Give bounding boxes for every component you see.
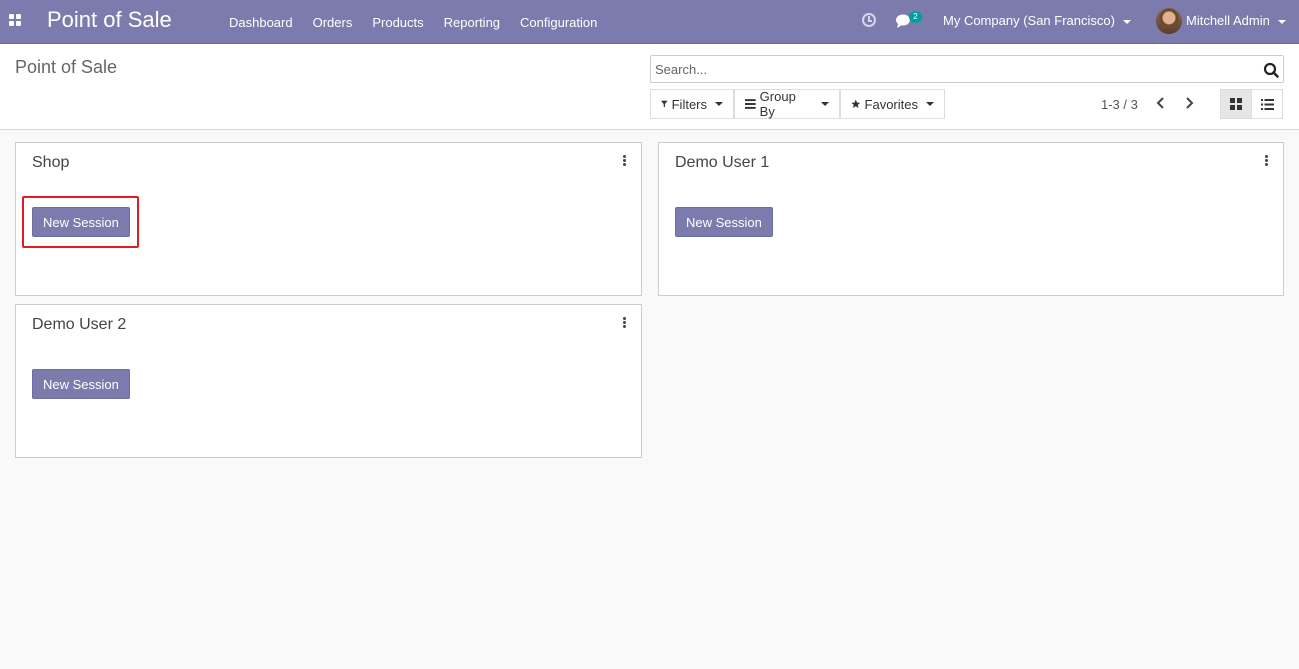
new-session-button[interactable]: New Session [675, 207, 773, 237]
list-view-button[interactable] [1251, 89, 1283, 119]
apps-menu-icon[interactable] [9, 14, 21, 26]
card-dropdown-icon[interactable] [1263, 155, 1269, 169]
new-session-button[interactable]: New Session [32, 207, 130, 237]
company-name: My Company (San Francisco) [943, 13, 1115, 28]
card-title: Demo User 1 [675, 154, 770, 171]
menu-item-reporting[interactable]: Reporting [434, 15, 510, 30]
menu-item-orders[interactable]: Orders [303, 15, 363, 30]
caret-down-icon [926, 102, 934, 106]
list-icon [1260, 98, 1274, 110]
card-dropdown-icon[interactable] [621, 155, 627, 169]
caret-down-icon [1122, 19, 1131, 24]
filters-label: Filters [671, 96, 707, 112]
caret-down-icon [715, 102, 723, 106]
card-title: Shop [32, 154, 70, 171]
user-name: Mitchell Admin [1186, 13, 1270, 28]
favorites-label: Favorites [864, 96, 918, 112]
star-icon [851, 99, 861, 108]
search-box [650, 55, 1284, 83]
page-title: Point of Sale [15, 57, 118, 77]
favorites-button[interactable]: Favorites [840, 89, 945, 119]
pager-next-icon[interactable] [1183, 96, 1195, 110]
user-menu[interactable]: Mitchell Admin [1186, 13, 1286, 28]
activity-clock-icon[interactable] [862, 13, 876, 27]
new-session-button[interactable]: New Session [32, 369, 130, 399]
user-avatar[interactable] [1156, 8, 1182, 34]
menu-item-products[interactable]: Products [362, 15, 433, 30]
card-dropdown-icon[interactable] [621, 317, 627, 331]
menu-item-configuration[interactable]: Configuration [510, 15, 607, 30]
pos-card-shop: Shop New Session [15, 142, 642, 296]
caret-down-icon [821, 102, 829, 106]
app-brand[interactable]: Point of Sale [47, 7, 172, 33]
card-title: Demo User 2 [32, 316, 127, 333]
top-navbar: Point of Sale Dashboard Orders Products … [0, 0, 1299, 44]
search-icon[interactable] [1263, 62, 1279, 78]
kanban-view-button[interactable] [1220, 89, 1252, 119]
search-input[interactable] [655, 60, 1245, 78]
control-panel: Point of Sale Filters Group By Favorites… [0, 44, 1299, 130]
filter-icon [661, 100, 668, 108]
kanban-grid-icon [1230, 98, 1242, 110]
group-by-label: Group By [759, 89, 796, 119]
chat-badge: 2 [909, 11, 922, 23]
main-menu: Dashboard Orders Products Reporting Conf… [219, 0, 607, 44]
pager-previous-icon[interactable] [1155, 96, 1167, 110]
caret-down-icon [1277, 19, 1286, 24]
group-by-button[interactable]: Group By [734, 89, 840, 119]
menu-item-dashboard[interactable]: Dashboard [219, 15, 303, 30]
company-switcher[interactable]: My Company (San Francisco) [943, 13, 1131, 28]
bars-icon [745, 99, 756, 109]
filters-button[interactable]: Filters [650, 89, 734, 119]
pager-value[interactable]: 1-3 / 3 [1101, 97, 1138, 112]
pos-card-demo-user-1: Demo User 1 New Session [658, 142, 1284, 296]
pos-card-demo-user-2: Demo User 2 New Session [15, 304, 642, 458]
